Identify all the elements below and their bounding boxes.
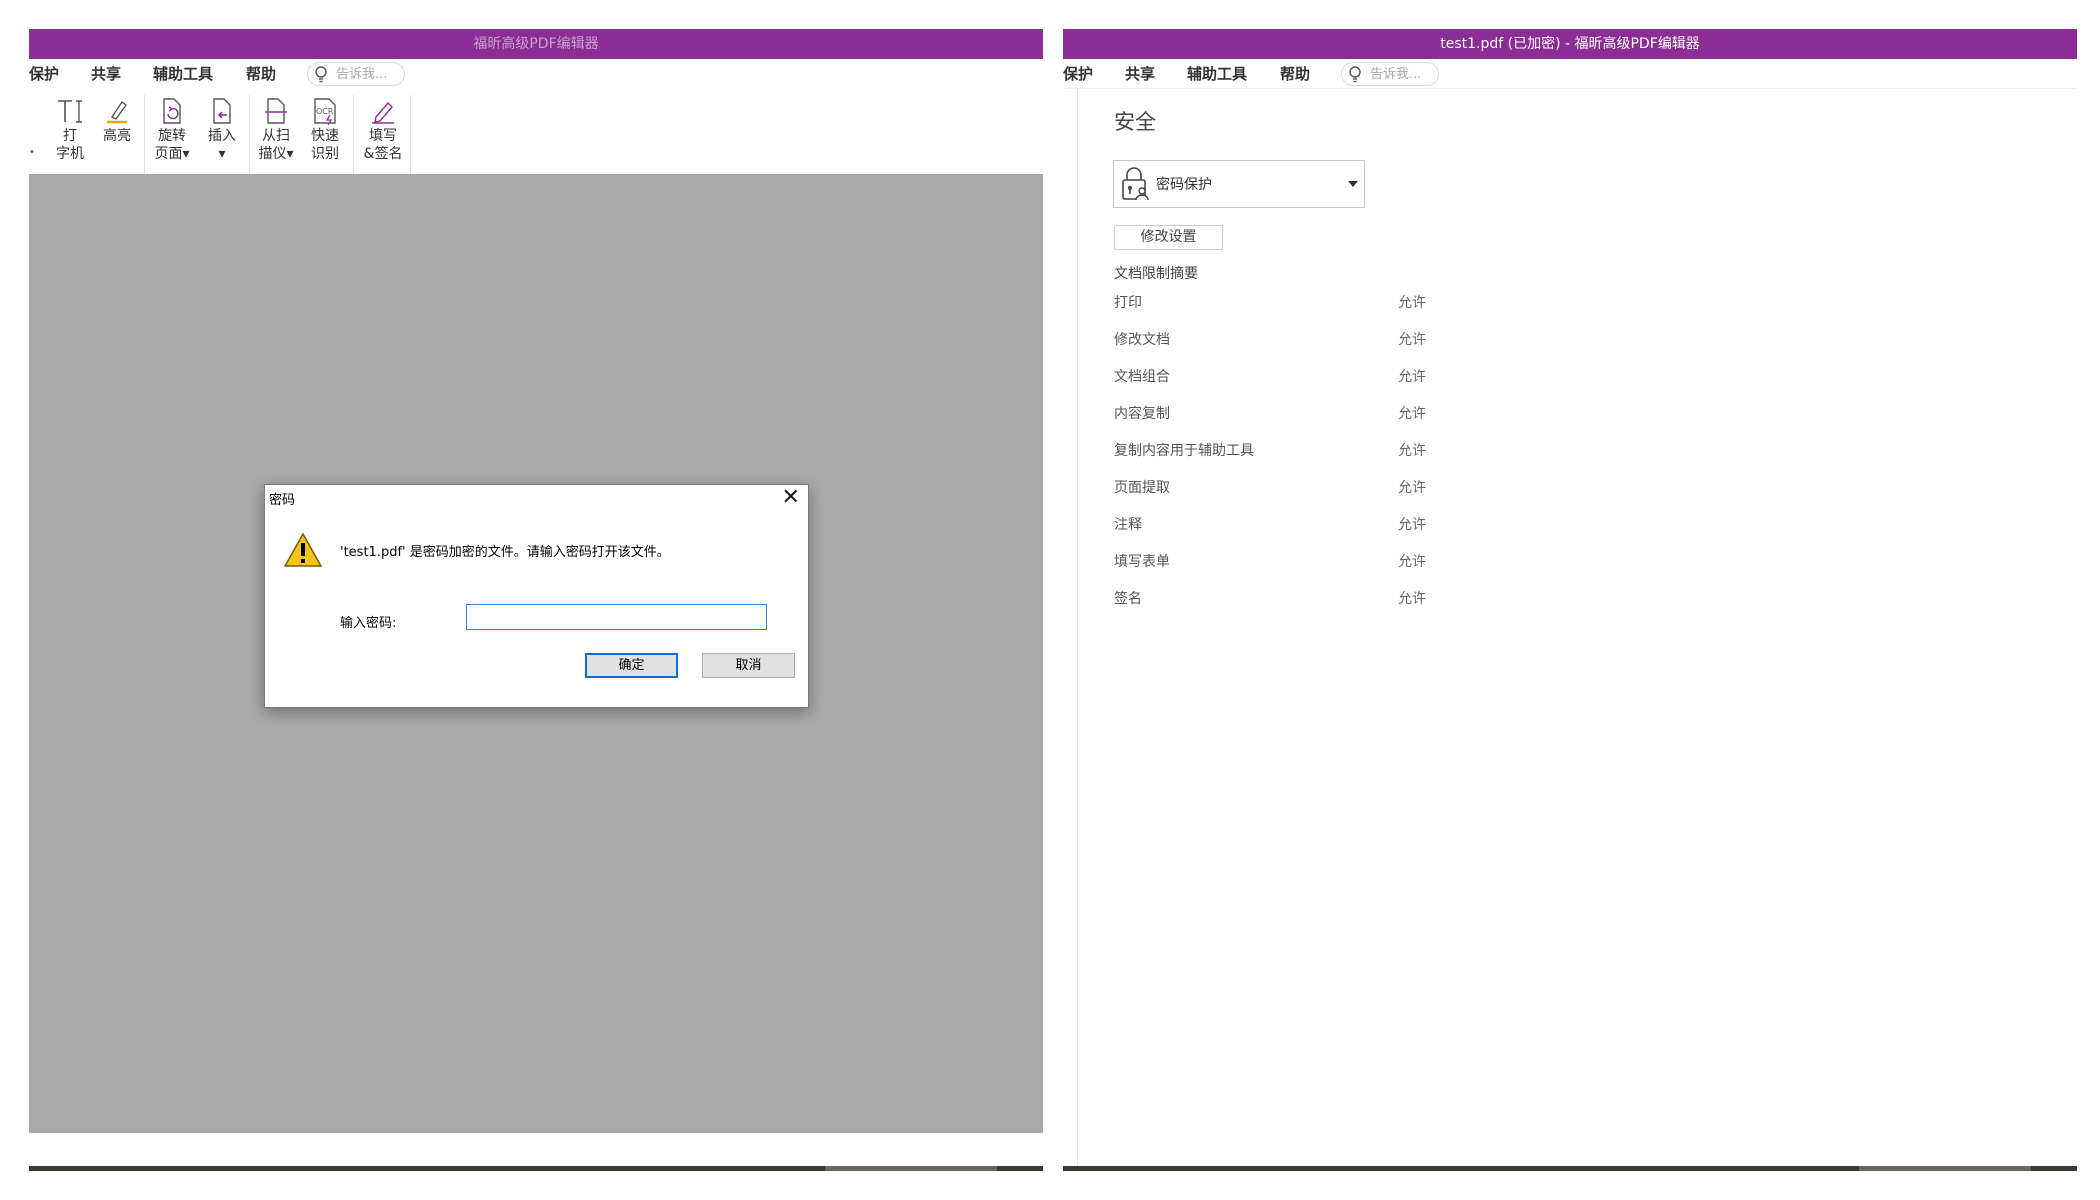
permission-name: 复制内容用于辅助工具: [1114, 443, 1254, 459]
permission-row: 签名 允许: [1114, 588, 1514, 608]
highlighter-icon: [107, 100, 127, 124]
left-title-bar: 福昕高级PDF编辑器: [29, 29, 1043, 59]
ocr-label-2: 识别: [311, 146, 339, 162]
permission-row: 打印 允许: [1114, 292, 1514, 312]
password-label: 输入密码:: [340, 616, 397, 631]
tell-me-placeholder: 告诉我...: [1370, 67, 1422, 82]
permission-value: 允许: [1398, 406, 1426, 422]
menu-help[interactable]: 帮助: [1280, 59, 1310, 89]
permission-name: 页面提取: [1114, 480, 1170, 496]
left-menu-bar: 保护 共享 辅助工具 帮助: [29, 59, 1043, 89]
quick-ocr-tool[interactable]: OCR 快速 识别: [305, 97, 345, 163]
insert-label-1: 插入: [208, 128, 236, 144]
menu-protect[interactable]: 保护: [29, 59, 59, 89]
ocr-icon: OCR: [314, 98, 336, 125]
svg-text:OCR: OCR: [316, 107, 334, 116]
scanner-label-1: 从扫: [262, 128, 290, 144]
security-method-label: 密码保护: [1156, 177, 1212, 193]
permission-name: 签名: [1114, 591, 1142, 607]
insert-tool[interactable]: 插入 ▾: [202, 97, 242, 163]
scanner-icon: [265, 98, 287, 124]
permission-value: 允许: [1398, 443, 1426, 459]
fill-sign-label-1: 填写: [369, 128, 397, 144]
rotate-label-2: 页面▾: [154, 146, 190, 162]
insert-label-2: ▾: [218, 146, 226, 162]
permission-row: 注释 允许: [1114, 514, 1514, 534]
scanner-label-2: 描仪▾: [258, 146, 294, 162]
close-icon[interactable]: ✕: [782, 487, 800, 509]
bottom-scrollbar[interactable]: [1063, 1166, 2077, 1171]
ocr-label-1: 快速: [311, 128, 339, 144]
menu-share[interactable]: 共享: [1125, 59, 1155, 89]
permission-row: 页面提取 允许: [1114, 477, 1514, 497]
warning-icon: [283, 532, 323, 567]
typewriter-icon: [58, 100, 82, 123]
scrollbar-thumb[interactable]: [1859, 1166, 2031, 1171]
tell-me-placeholder: 告诉我...: [336, 67, 388, 82]
permission-name: 文档组合: [1114, 369, 1170, 385]
permission-value: 允许: [1398, 554, 1426, 570]
tell-me-search[interactable]: 告诉我...: [307, 62, 405, 86]
insert-page-icon: [213, 98, 231, 124]
highlight-label: 高亮: [103, 128, 131, 144]
password-dialog: 密码 ✕ 'test1.pdf' 是密码加密的文件。请输入密码打开该文件。 输入…: [264, 484, 809, 708]
permission-name: 修改文档: [1114, 332, 1170, 348]
menu-protect[interactable]: 保护: [1063, 59, 1093, 89]
restrictions-summary-title: 文档限制摘要: [1114, 266, 1198, 282]
permission-row: 复制内容用于辅助工具 允许: [1114, 440, 1514, 460]
typewriter-tool[interactable]: 打 字机: [53, 97, 87, 163]
typewriter-label-1: 打: [63, 128, 77, 144]
permission-row: 填写表单 允许: [1114, 551, 1514, 571]
rotate-label-1: 旋转: [158, 128, 186, 144]
bottom-scrollbar[interactable]: [29, 1166, 1043, 1171]
permission-row: 内容复制 允许: [1114, 403, 1514, 423]
lightbulb-icon: [1349, 66, 1361, 83]
right-title-bar: test1.pdf (已加密) - 福昕高级PDF编辑器: [1063, 29, 2077, 59]
permission-name: 填写表单: [1114, 554, 1170, 570]
permission-name: 注释: [1114, 517, 1142, 533]
fill-and-sign-tool[interactable]: 填写 &签名: [360, 97, 406, 163]
fill-sign-label-2: &签名: [363, 146, 403, 162]
dialog-message: 'test1.pdf' 是密码加密的文件。请输入密码打开该文件。: [340, 545, 670, 560]
menu-accessibility[interactable]: 辅助工具: [153, 59, 213, 89]
permission-value: 允许: [1398, 480, 1426, 496]
scrollbar-thumb[interactable]: [825, 1166, 997, 1171]
permission-name: 打印: [1114, 295, 1142, 311]
rotate-pages-tool[interactable]: 旋转 页面▾: [152, 97, 192, 163]
cancel-button[interactable]: 取消: [702, 653, 795, 678]
permission-name: 内容复制: [1114, 406, 1170, 422]
menu-divider: [1063, 88, 2077, 89]
ok-button[interactable]: 确定: [585, 653, 678, 678]
left-app-window: 福昕高级PDF编辑器 保护 共享 辅助工具 帮助 告诉我... • 打 字机 高…: [29, 29, 1043, 1171]
security-title: 安全: [1114, 110, 1156, 134]
ribbon-scroll-left-icon[interactable]: •: [29, 147, 35, 158]
permission-row: 修改文档 允许: [1114, 329, 1514, 349]
from-scanner-tool[interactable]: 从扫 描仪▾: [256, 97, 296, 163]
fill-sign-pen-icon: [372, 101, 394, 124]
security-method-dropdown[interactable]: 密码保护: [1113, 160, 1365, 208]
lock-user-icon: [1122, 167, 1149, 201]
dialog-title: 密码: [269, 493, 296, 508]
highlight-tool[interactable]: 高亮: [100, 97, 134, 145]
right-app-window: test1.pdf (已加密) - 福昕高级PDF编辑器 保护 共享 辅助工具 …: [1063, 29, 2077, 1171]
permission-value: 允许: [1398, 517, 1426, 533]
permission-value: 允许: [1398, 369, 1426, 385]
chevron-down-icon: [1348, 181, 1358, 187]
permission-value: 允许: [1398, 295, 1426, 311]
right-menu-bar: 保护 共享 辅助工具 帮助: [1063, 59, 2077, 89]
menu-share[interactable]: 共享: [91, 59, 121, 89]
lightbulb-icon: [315, 66, 327, 83]
rotate-page-icon: [163, 98, 181, 124]
permission-value: 允许: [1398, 332, 1426, 348]
permission-row: 文档组合 允许: [1114, 366, 1514, 386]
permission-value: 允许: [1398, 591, 1426, 607]
typewriter-label-2: 字机: [56, 146, 84, 162]
password-input[interactable]: [466, 604, 767, 630]
tell-me-search[interactable]: 告诉我...: [1341, 62, 1439, 86]
menu-help[interactable]: 帮助: [246, 59, 276, 89]
modify-settings-button[interactable]: 修改设置: [1114, 225, 1223, 250]
menu-accessibility[interactable]: 辅助工具: [1187, 59, 1247, 89]
panel-divider: [1077, 89, 1079, 1166]
